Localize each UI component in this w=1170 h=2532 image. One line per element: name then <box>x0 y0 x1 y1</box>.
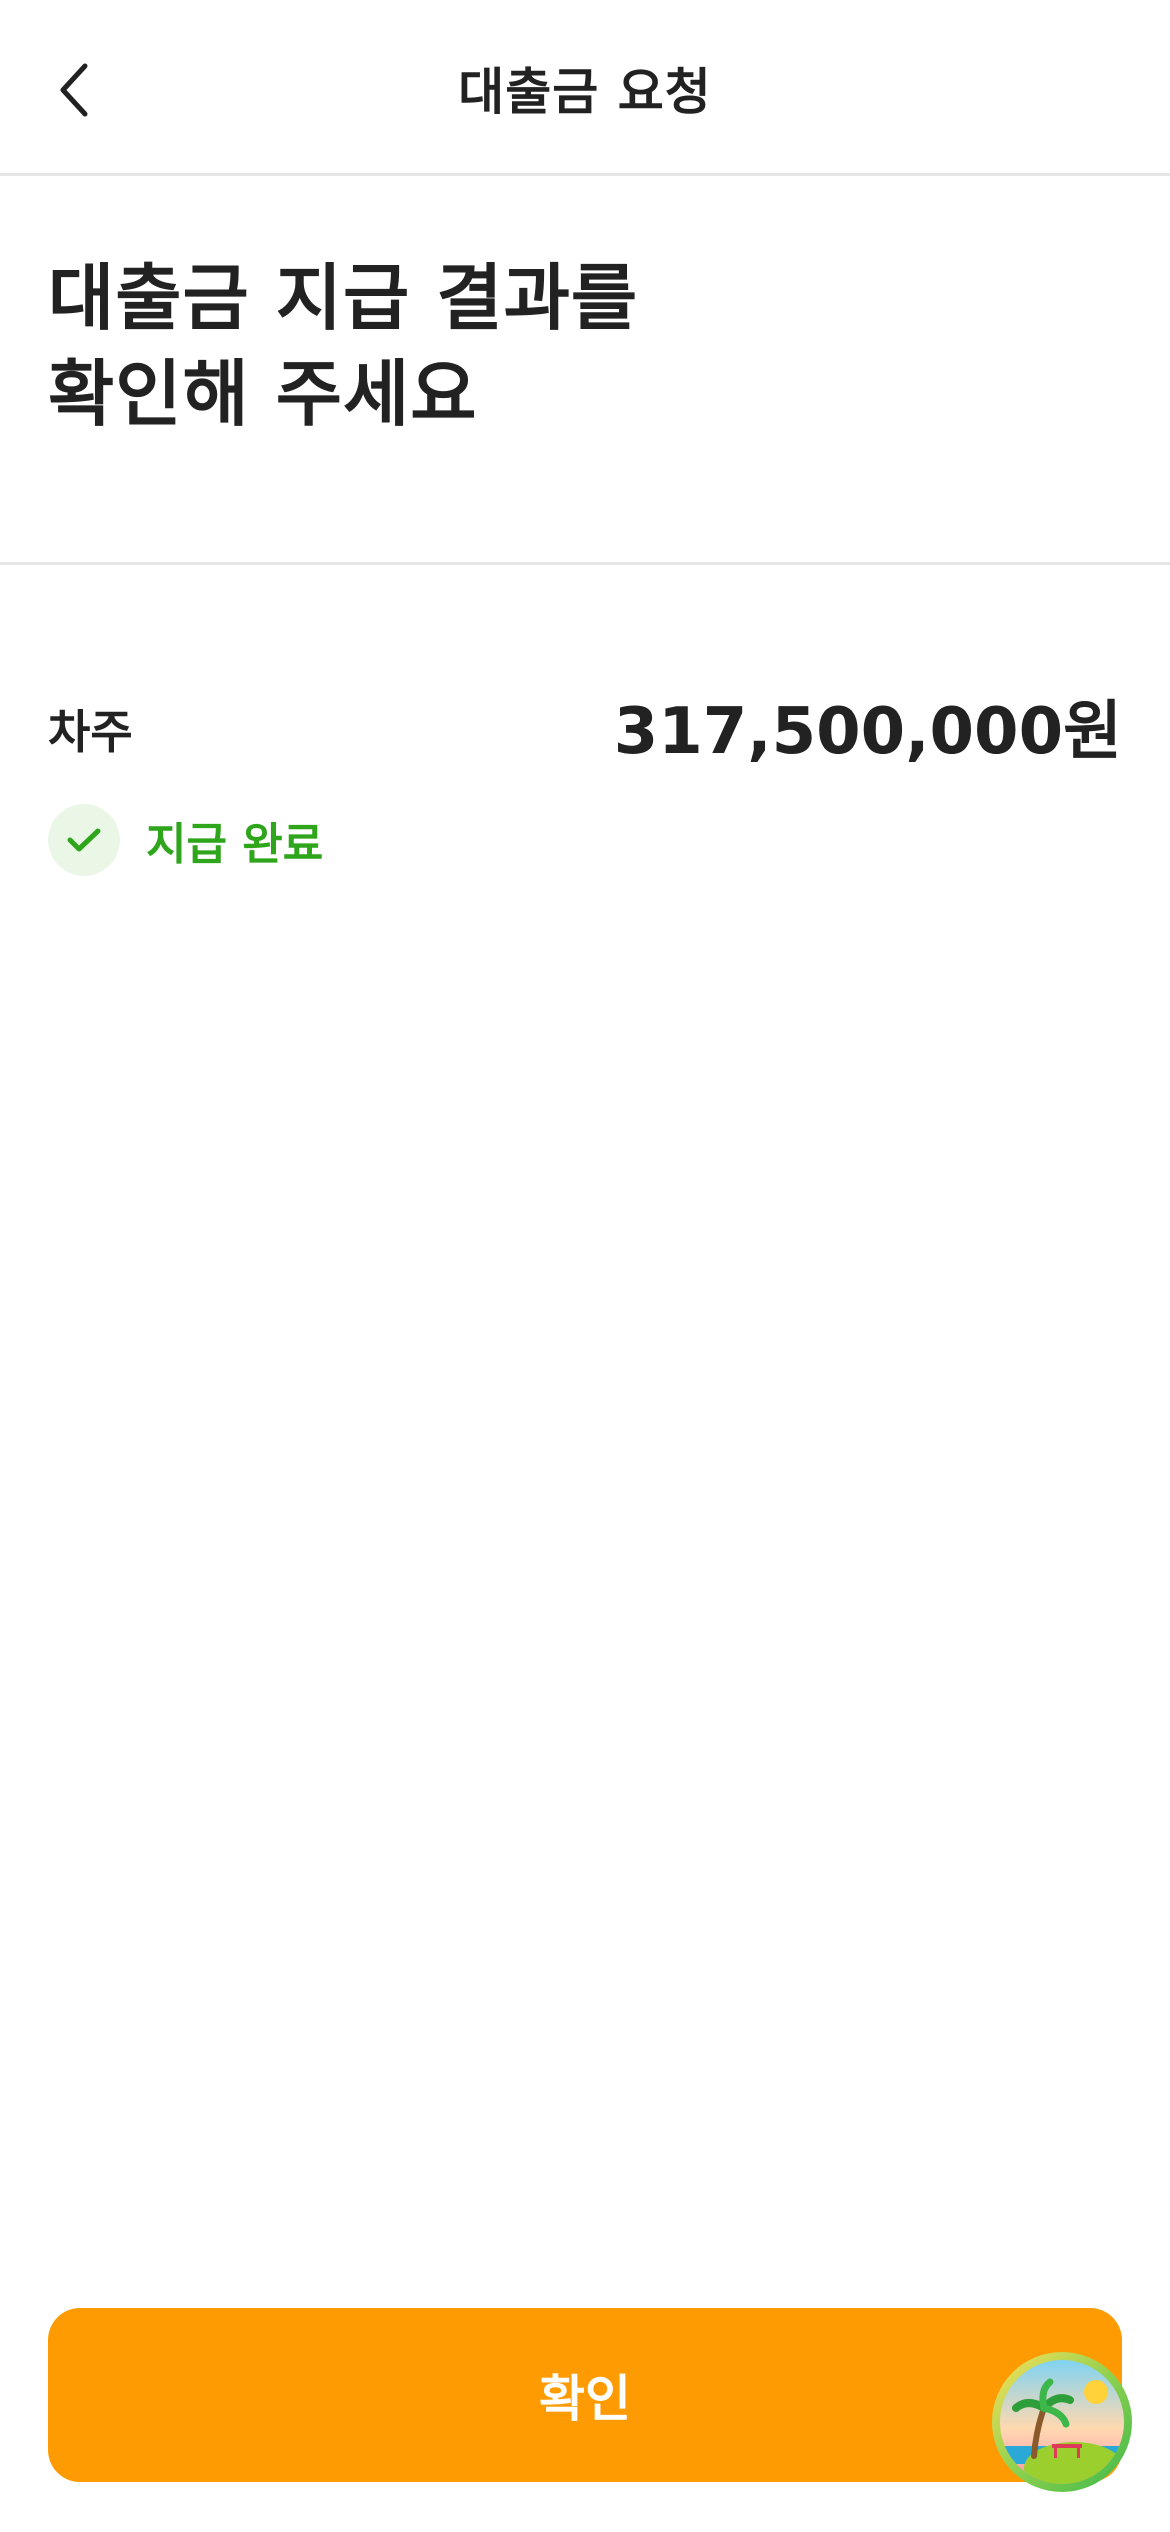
result-headline: 대출금 지급 결과를 확인해 주세요 <box>48 250 1048 442</box>
check-icon <box>48 804 120 876</box>
status-text: 지급 완료 <box>146 819 324 870</box>
page-title: 대출금 요청 <box>458 63 712 121</box>
floating-action-button[interactable] <box>990 2350 1134 2494</box>
status-badge: 지급 완료 <box>48 804 323 876</box>
borrower-label: 차주 <box>48 705 133 759</box>
section-divider <box>0 562 1170 565</box>
headline-line-1: 대출금 지급 결과를 <box>48 256 639 340</box>
disbursement-result-screen: 대출금 요청 대출금 지급 결과를 확인해 주세요 차주 317,500,000… <box>0 0 1170 2532</box>
disbursement-amount: 317,500,000원 <box>613 695 1122 769</box>
borrower-amount-row: 차주 317,500,000원 <box>48 680 1122 769</box>
confirm-button-label: 확인 <box>539 2370 631 2428</box>
headline-line-2: 확인해 주세요 <box>48 352 478 436</box>
tropical-island-icon <box>992 2352 1132 2492</box>
confirm-button[interactable]: 확인 <box>48 2308 1122 2482</box>
app-header: 대출금 요청 <box>0 0 1170 176</box>
